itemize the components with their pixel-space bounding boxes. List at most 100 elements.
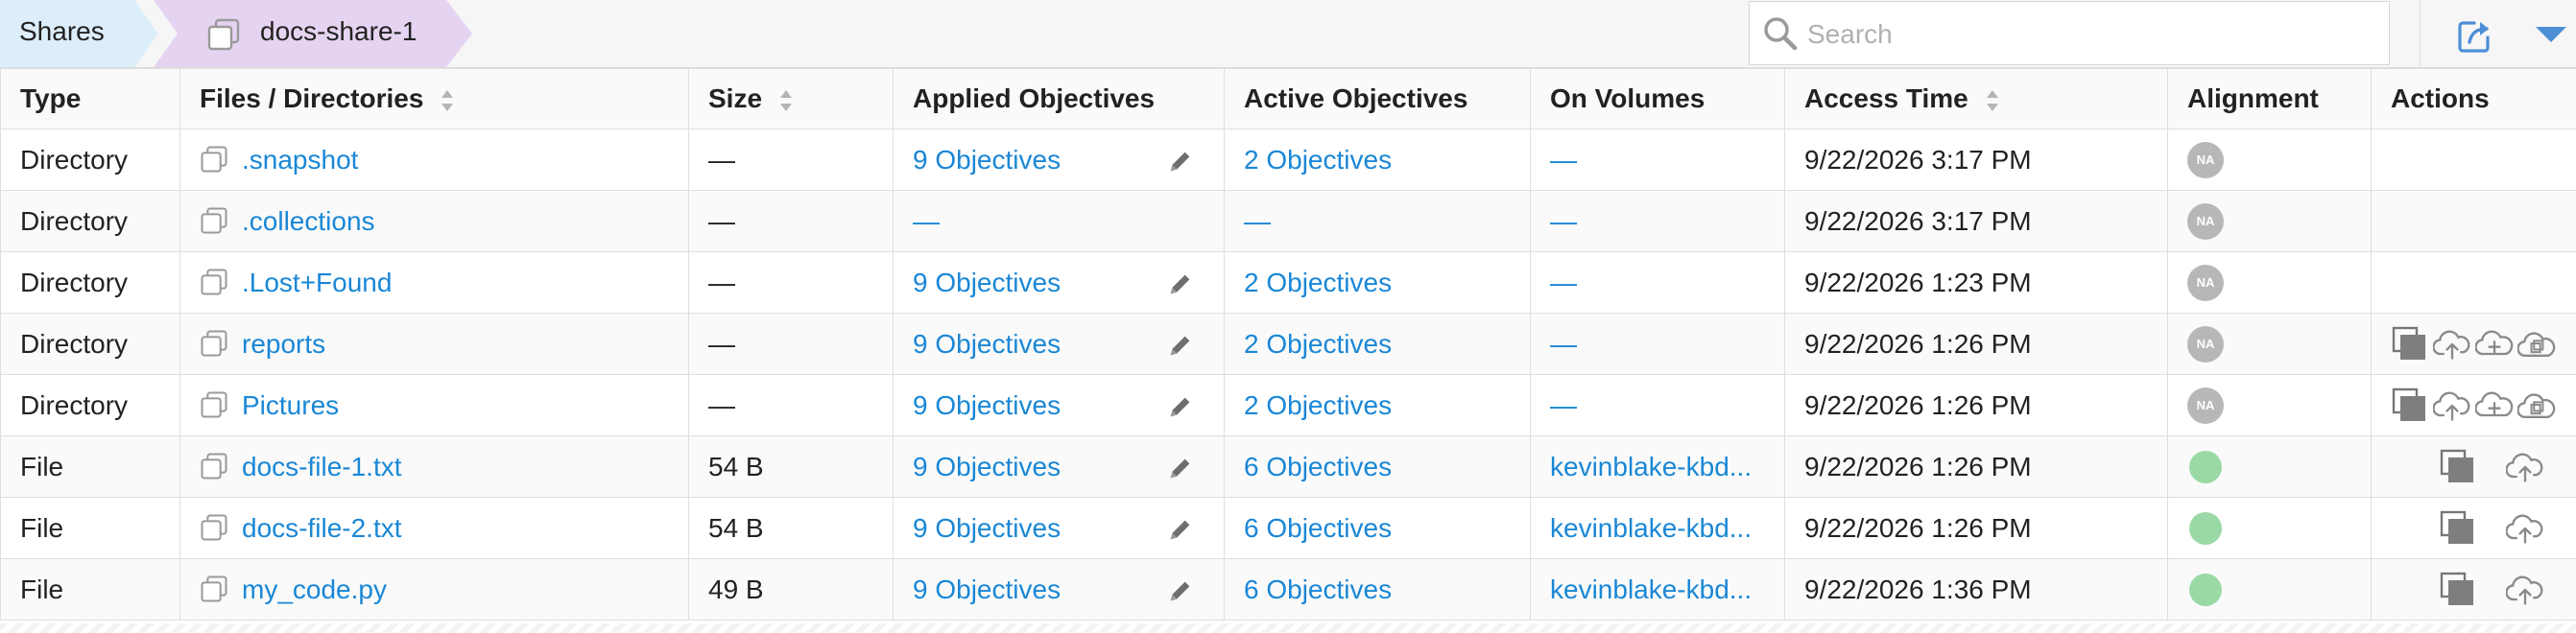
copy-icon[interactable] xyxy=(2439,571,2477,609)
column-header-size[interactable]: Size xyxy=(688,68,894,129)
table-row[interactable]: File docs-file-2.txt 54 B 9 Objectives 6 Obj… xyxy=(0,497,2576,559)
file-name-link[interactable]: reports xyxy=(242,329,325,359)
active-objectives-link[interactable]: 6 Objectives xyxy=(1244,513,1392,543)
search-box[interactable] xyxy=(1749,1,2390,65)
file-name-link[interactable]: docs-file-1.txt xyxy=(242,452,402,481)
active-objectives-cell[interactable]: 6 Objectives xyxy=(1224,435,1531,498)
name-cell[interactable]: docs-file-1.txt xyxy=(179,435,689,498)
copy-icon[interactable] xyxy=(2391,387,2429,425)
applied-objectives-link[interactable]: 9 Objectives xyxy=(913,452,1061,481)
column-header-size-label[interactable]: Size xyxy=(708,83,762,113)
table-row[interactable]: File docs-file-1.txt 54 B 9 Objectives 6 Obj… xyxy=(0,435,2576,498)
active-objectives-link[interactable]: 2 Objectives xyxy=(1244,145,1392,175)
applied-objectives-link[interactable]: 9 Objectives xyxy=(913,268,1061,297)
file-name-link[interactable]: .snapshot xyxy=(242,145,358,175)
active-objectives-link[interactable]: 2 Objectives xyxy=(1244,390,1392,420)
on-volumes-cell[interactable]: — xyxy=(1530,374,1785,436)
on-volumes-cell[interactable]: kevinblake-kbd... xyxy=(1530,497,1785,559)
pencil-icon[interactable] xyxy=(1166,270,1195,298)
applied-objectives-cell[interactable]: 9 Objectives xyxy=(893,374,1225,436)
volume-link[interactable]: — xyxy=(1550,206,1577,236)
applied-objectives-link[interactable]: 9 Objectives xyxy=(913,329,1061,359)
sort-icon[interactable] xyxy=(441,88,454,113)
cloud-copy-icon[interactable] xyxy=(2517,387,2556,425)
file-name-link[interactable]: my_code.py xyxy=(242,574,387,604)
cloud-upload-icon[interactable] xyxy=(2506,509,2544,548)
active-objectives-cell[interactable]: 2 Objectives xyxy=(1224,251,1531,314)
applied-objectives-cell[interactable]: 9 Objectives xyxy=(893,129,1225,191)
external-link-icon[interactable] xyxy=(2455,17,2493,56)
on-volumes-cell[interactable]: — xyxy=(1530,251,1785,314)
volume-link[interactable]: kevinblake-kbd... xyxy=(1550,574,1752,604)
pencil-icon[interactable] xyxy=(1166,392,1195,421)
active-objectives-cell[interactable]: 2 Objectives xyxy=(1224,313,1531,375)
active-objectives-link[interactable]: 2 Objectives xyxy=(1244,268,1392,297)
applied-objectives-cell[interactable]: 9 Objectives xyxy=(893,497,1225,559)
volume-link[interactable]: kevinblake-kbd... xyxy=(1550,452,1752,481)
name-cell[interactable]: .collections xyxy=(179,190,689,252)
pencil-icon[interactable] xyxy=(1166,147,1195,176)
sort-icon[interactable] xyxy=(779,88,793,113)
column-header-name[interactable]: Files / Directories xyxy=(179,68,689,129)
pencil-icon[interactable] xyxy=(1166,454,1195,482)
table-row[interactable]: Directory .Lost+Found — 9 Objectives 2 Objec… xyxy=(0,251,2576,314)
applied-objectives-cell[interactable]: 9 Objectives xyxy=(893,558,1225,621)
active-objectives-cell[interactable]: 2 Objectives xyxy=(1224,129,1531,191)
applied-objectives-link[interactable]: 9 Objectives xyxy=(913,574,1061,604)
applied-objectives-cell[interactable]: 9 Objectives xyxy=(893,251,1225,314)
table-row[interactable]: Directory .snapshot — 9 Objectives 2 Objecti… xyxy=(0,129,2576,191)
column-header-name-label[interactable]: Files / Directories xyxy=(200,83,423,113)
active-objectives-cell[interactable]: 6 Objectives xyxy=(1224,497,1531,559)
active-objectives-link[interactable]: — xyxy=(1244,206,1271,236)
copy-icon[interactable] xyxy=(2391,325,2429,363)
on-volumes-cell[interactable]: — xyxy=(1530,190,1785,252)
caret-down-icon[interactable] xyxy=(2534,25,2568,44)
table-row[interactable]: Directory reports — 9 Objectives 2 Objective… xyxy=(0,313,2576,375)
file-name-link[interactable]: Pictures xyxy=(242,390,339,420)
active-objectives-link[interactable]: 6 Objectives xyxy=(1244,574,1392,604)
active-objectives-cell[interactable]: 2 Objectives xyxy=(1224,374,1531,436)
on-volumes-cell[interactable]: — xyxy=(1530,129,1785,191)
name-cell[interactable]: my_code.py xyxy=(179,558,689,621)
on-volumes-cell[interactable]: — xyxy=(1530,313,1785,375)
sort-icon[interactable] xyxy=(1986,88,1999,113)
cloud-add-icon[interactable] xyxy=(2475,387,2514,425)
column-header-access-label[interactable]: Access Time xyxy=(1804,83,1968,113)
volume-link[interactable]: — xyxy=(1550,329,1577,359)
name-cell[interactable]: docs-file-2.txt xyxy=(179,497,689,559)
file-name-link[interactable]: docs-file-2.txt xyxy=(242,513,402,543)
on-volumes-cell[interactable]: kevinblake-kbd... xyxy=(1530,558,1785,621)
volume-link[interactable]: — xyxy=(1550,145,1577,175)
active-objectives-cell[interactable]: — xyxy=(1224,190,1531,252)
pencil-icon[interactable] xyxy=(1166,576,1195,605)
table-row[interactable]: Directory Pictures — 9 Objectives 2 Objectiv… xyxy=(0,374,2576,436)
copy-icon[interactable] xyxy=(2439,509,2477,548)
cloud-add-icon[interactable] xyxy=(2475,325,2514,363)
cloud-upload-icon[interactable] xyxy=(2506,448,2544,486)
active-objectives-link[interactable]: 6 Objectives xyxy=(1244,452,1392,481)
active-objectives-link[interactable]: 2 Objectives xyxy=(1244,329,1392,359)
table-row[interactable]: Directory .collections — — — — 9/22/2026 3:17 … xyxy=(0,190,2576,252)
applied-objectives-link[interactable]: 9 Objectives xyxy=(913,513,1061,543)
cloud-copy-icon[interactable] xyxy=(2517,325,2556,363)
name-cell[interactable]: Pictures xyxy=(179,374,689,436)
breadcrumb-root[interactable]: Shares xyxy=(0,0,158,67)
file-name-link[interactable]: .collections xyxy=(242,206,375,236)
applied-objectives-cell[interactable]: 9 Objectives xyxy=(893,435,1225,498)
table-row[interactable]: File my_code.py 49 B 9 Objectives 6 Objectiv… xyxy=(0,558,2576,621)
copy-icon[interactable] xyxy=(2439,448,2477,486)
name-cell[interactable]: reports xyxy=(179,313,689,375)
active-objectives-cell[interactable]: 6 Objectives xyxy=(1224,558,1531,621)
pencil-icon[interactable] xyxy=(1166,331,1195,360)
file-name-link[interactable]: .Lost+Found xyxy=(242,268,392,297)
name-cell[interactable]: .snapshot xyxy=(179,129,689,191)
search-input[interactable] xyxy=(1805,13,2375,56)
applied-objectives-link[interactable]: 9 Objectives xyxy=(913,145,1061,175)
cloud-upload-icon[interactable] xyxy=(2433,325,2471,363)
on-volumes-cell[interactable]: kevinblake-kbd... xyxy=(1530,435,1785,498)
breadcrumb-root-label[interactable]: Shares xyxy=(19,16,105,47)
applied-objectives-link[interactable]: 9 Objectives xyxy=(913,390,1061,420)
name-cell[interactable]: .Lost+Found xyxy=(179,251,689,314)
applied-objectives-link[interactable]: — xyxy=(913,206,940,236)
volume-link[interactable]: kevinblake-kbd... xyxy=(1550,513,1752,543)
